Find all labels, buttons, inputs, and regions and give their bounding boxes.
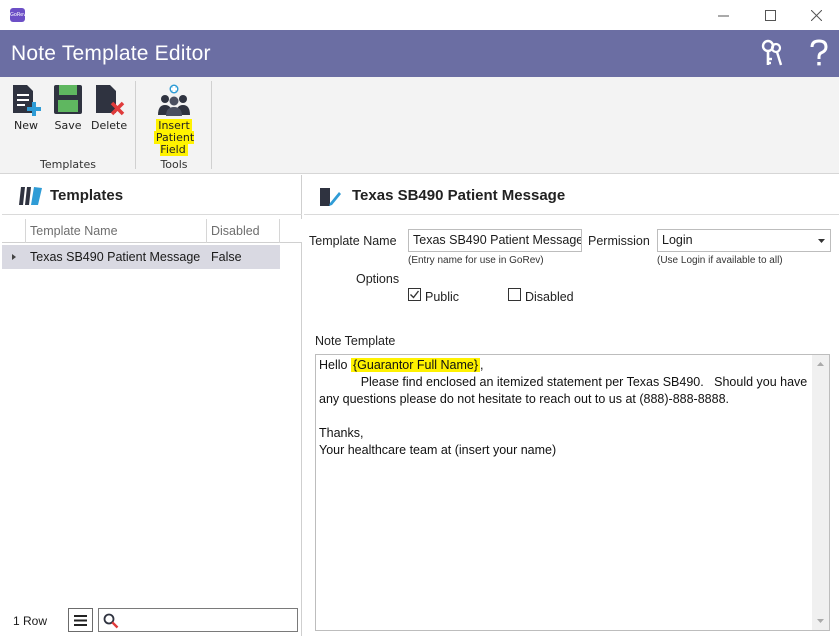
library-books-icon	[19, 187, 42, 205]
template-name-input[interactable]: Texas SB490 Patient Message	[408, 229, 582, 252]
save-button[interactable]: Save	[50, 83, 86, 149]
maximize-icon	[764, 9, 776, 21]
templates-group-label: Templates	[40, 158, 96, 171]
new-document-icon	[13, 85, 41, 116]
permission-select[interactable]: Login	[657, 229, 831, 252]
chevron-down-icon	[818, 239, 825, 243]
templates-panel-header: Templates	[2, 175, 302, 215]
minimize-button[interactable]	[700, 0, 746, 30]
templates-panel-title: Templates	[50, 187, 124, 204]
scroll-down-button[interactable]	[815, 614, 825, 628]
app-logo-text: GoRev	[10, 12, 27, 18]
public-checkbox[interactable]	[408, 288, 421, 301]
delete-document-icon	[96, 85, 125, 116]
column-header-template-name[interactable]: Template Name	[26, 219, 207, 243]
close-window-button[interactable]	[793, 0, 839, 30]
note-template-editor-window: GoRev Note Template Editor New Save Dele…	[0, 0, 839, 638]
checkmark-icon	[410, 290, 420, 299]
guarantor-field-token[interactable]: {Guarantor Full Name}	[350, 358, 481, 372]
tools-group-label: Tools	[160, 158, 188, 171]
templates-footer: 1 Row	[2, 605, 302, 636]
row-indicator-icon	[12, 254, 16, 260]
new-button[interactable]: New	[8, 83, 44, 149]
template-name-hint: (Entry name for use in GoRev)	[408, 255, 544, 266]
title-bar: GoRev	[0, 0, 839, 30]
note-line-4: Thanks,	[319, 426, 364, 440]
edit-document-icon	[320, 188, 341, 206]
scroll-up-button[interactable]	[815, 357, 825, 371]
column-header-disabled[interactable]: Disabled	[207, 219, 280, 243]
row-selector-header	[2, 219, 26, 243]
close-icon	[810, 9, 822, 21]
help-button[interactable]	[804, 38, 834, 68]
question-mark-icon	[810, 39, 828, 66]
minimize-icon	[717, 15, 729, 16]
keys-icon	[761, 39, 783, 66]
detail-panel-header: Texas SB490 Patient Message	[304, 175, 839, 215]
cell-disabled: False	[211, 250, 242, 264]
public-label: Public	[425, 290, 460, 304]
ribbon-group-divider	[211, 81, 212, 169]
table-row[interactable]: Texas SB490 Patient Message False	[2, 245, 280, 269]
new-label: New	[14, 119, 38, 132]
options-label: Options	[356, 272, 400, 286]
note-line-2: Please find enclosed an itemized stateme…	[319, 375, 811, 406]
note-template-label: Note Template	[315, 334, 396, 348]
permission-hint: (Use Login if available to all)	[657, 255, 783, 266]
insert-patient-field-label: Insert Patient Field	[141, 119, 207, 156]
ribbon-group-divider	[135, 81, 136, 169]
note-after-field: ,	[480, 358, 484, 372]
note-template-editor[interactable]: Hello {Guarantor Full Name}, Please find…	[315, 354, 830, 631]
editor-scrollbar[interactable]	[812, 355, 829, 630]
save-disk-icon	[54, 85, 82, 114]
detail-panel-title: Texas SB490 Patient Message	[352, 187, 566, 204]
note-line-5: Your healthcare team at (insert your nam…	[319, 443, 557, 457]
delete-button[interactable]: Delete	[91, 83, 127, 149]
app-logo-icon: GoRev	[10, 8, 27, 22]
permission-selected-value: Login	[662, 233, 693, 247]
chevron-down-icon	[816, 619, 824, 623]
patient-group-icon	[158, 84, 190, 116]
insert-patient-field-button[interactable]: Insert Patient Field	[141, 83, 207, 156]
cell-template-name: Texas SB490 Patient Message	[30, 250, 201, 264]
note-template-text: Hello {Guarantor Full Name}, Please find…	[319, 357, 814, 459]
delete-label: Delete	[91, 119, 128, 132]
maximize-button[interactable]	[747, 0, 793, 30]
templates-panel: Templates Template Name Disabled Texas S…	[2, 175, 302, 636]
chevron-up-icon	[816, 362, 824, 366]
permissions-keys-button[interactable]	[757, 38, 787, 68]
grid-menu-button[interactable]	[68, 608, 93, 632]
page-title: Note Template Editor	[11, 42, 211, 65]
search-input[interactable]	[98, 608, 298, 632]
search-icon	[103, 613, 119, 629]
insert-label-line2: Patient Field	[153, 131, 195, 156]
template-detail-panel: Texas SB490 Patient Message Template Nam…	[304, 175, 839, 636]
permission-label: Permission	[588, 234, 650, 248]
hamburger-menu-icon	[74, 614, 87, 626]
disabled-checkbox[interactable]	[508, 288, 521, 301]
app-header: Note Template Editor	[0, 30, 839, 77]
note-greeting: Hello	[319, 358, 351, 372]
template-name-label: Template Name	[309, 234, 397, 248]
row-count: 1 Row	[13, 614, 48, 628]
templates-grid-header: Template Name Disabled	[2, 219, 302, 243]
disabled-label: Disabled	[525, 290, 574, 304]
save-label: Save	[54, 119, 82, 132]
ribbon-toolbar: New Save Delete Insert Patient Field Tem…	[0, 77, 839, 174]
